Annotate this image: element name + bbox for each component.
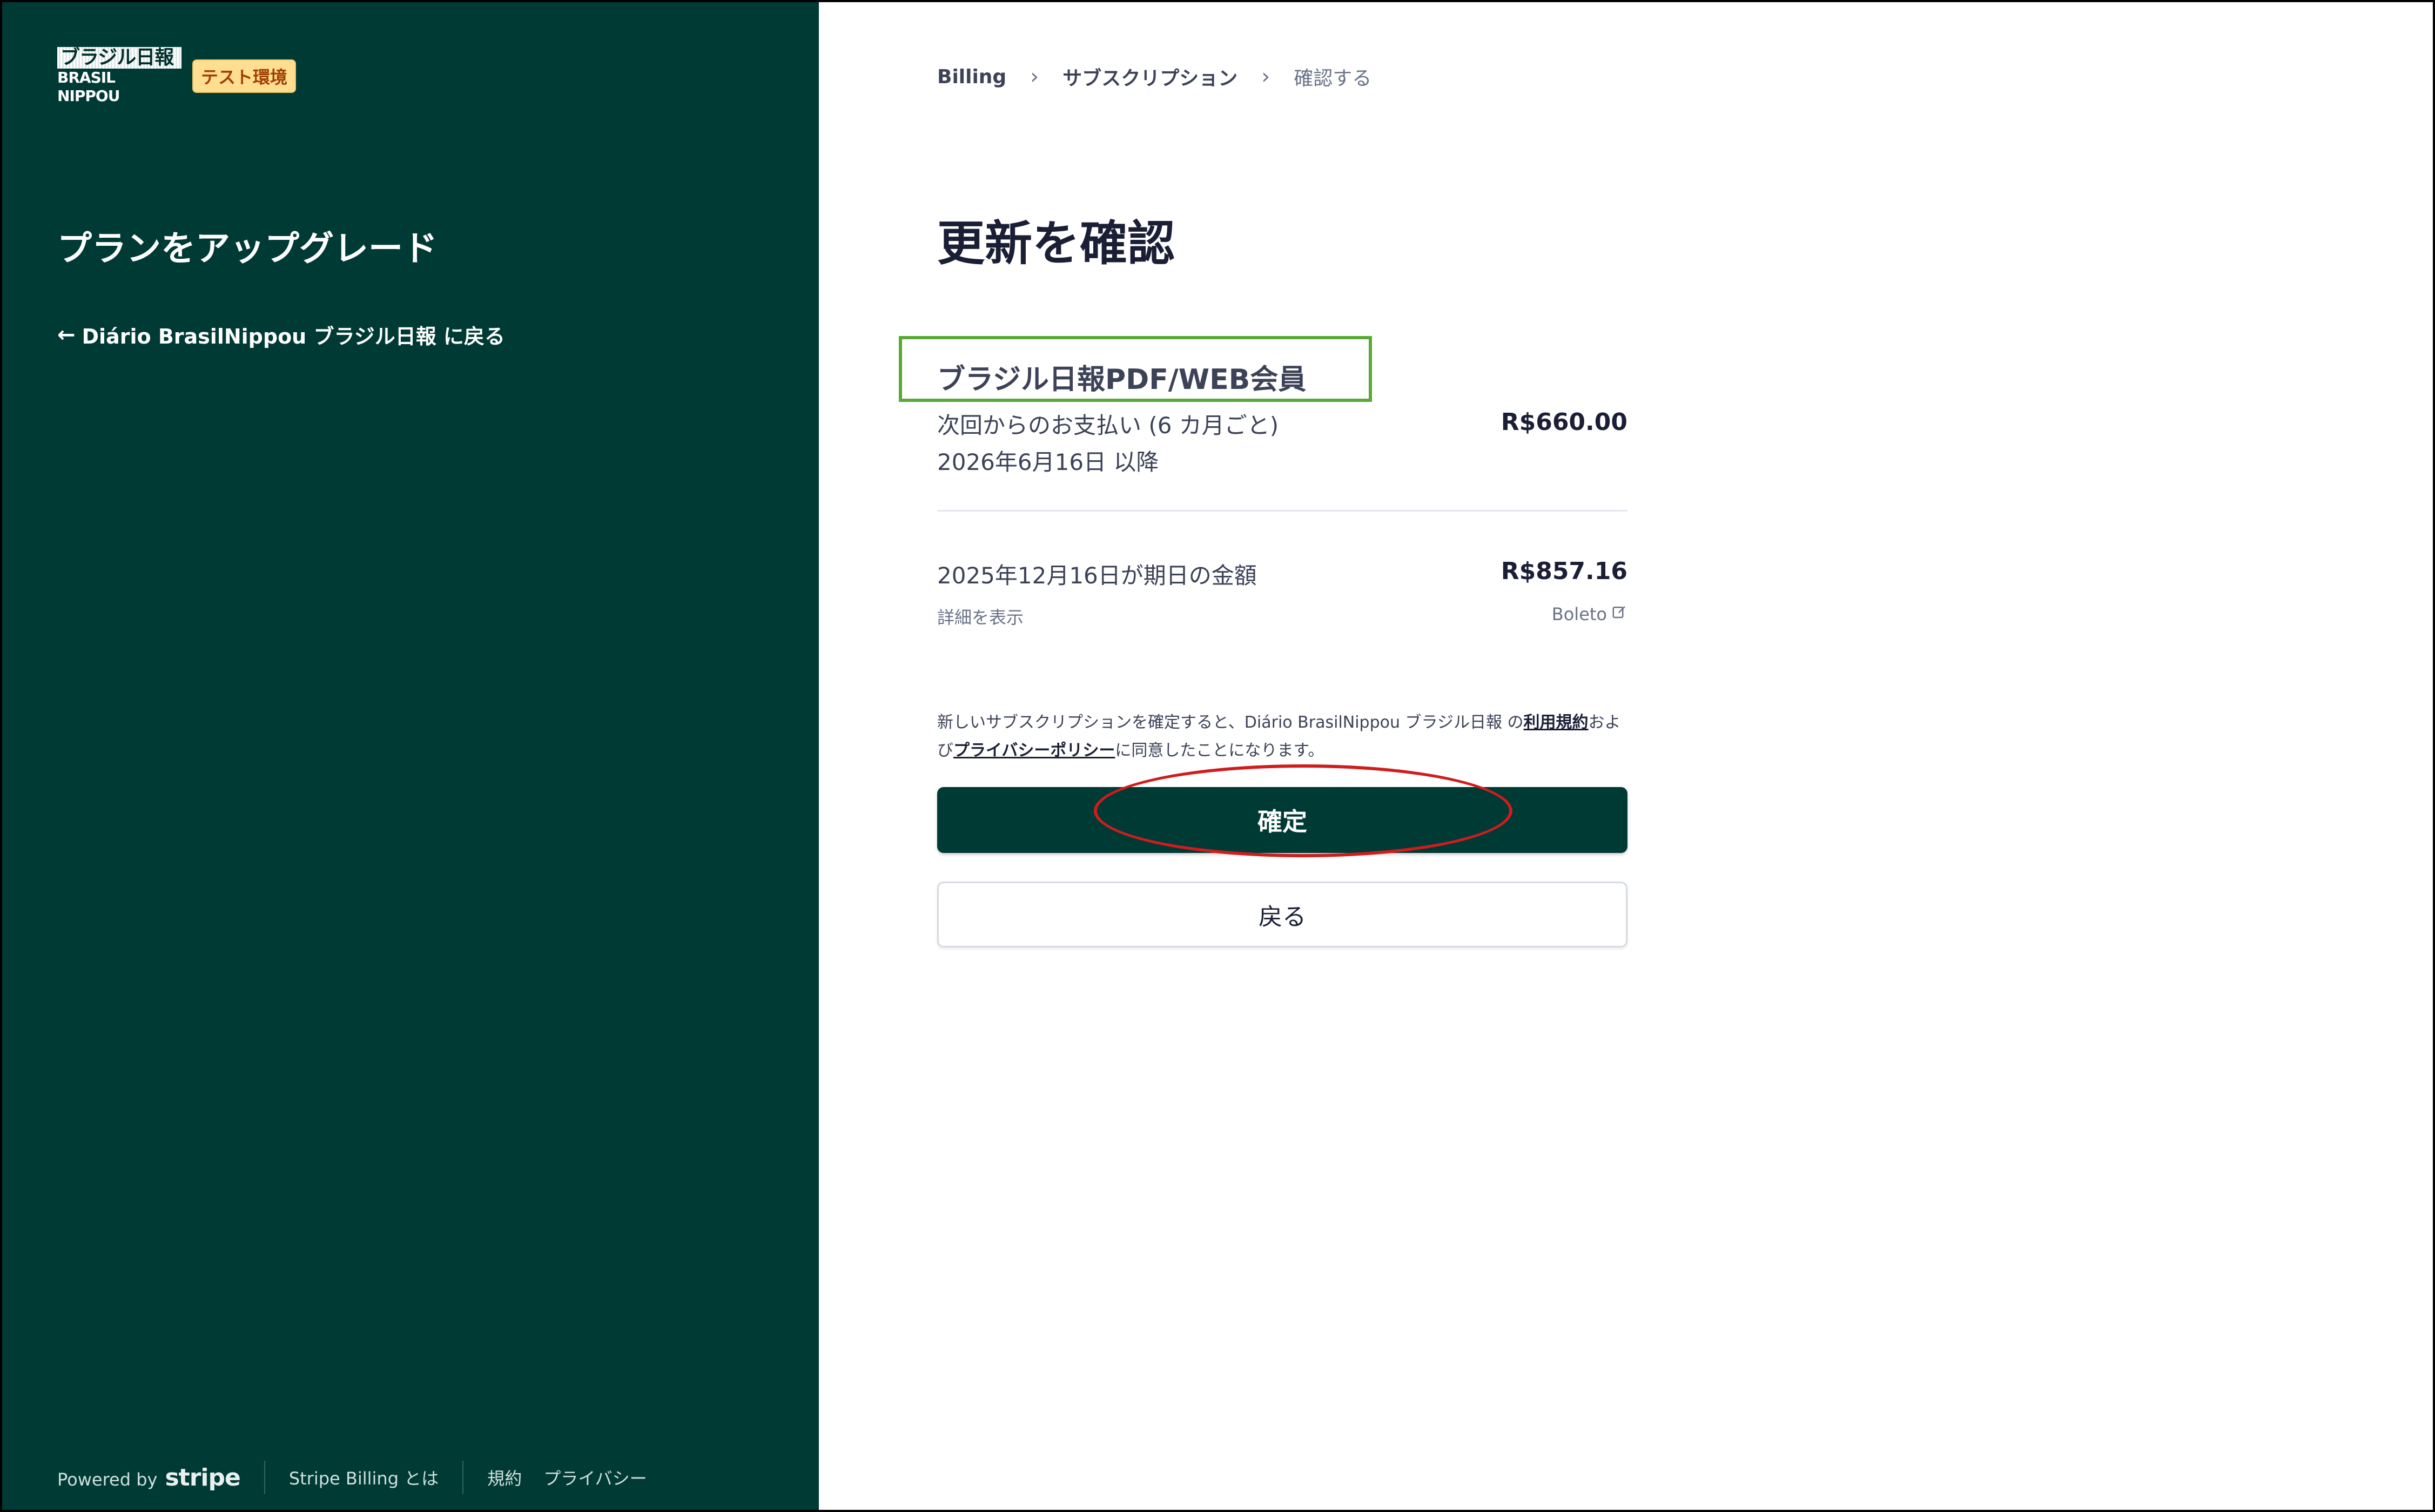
next-payment-amount: R$660.00 <box>1501 408 1627 436</box>
logo-jp-text: ブラジル日報 <box>57 47 181 69</box>
terms-suffix: に同意したことになります。 <box>1115 741 1324 760</box>
edit-icon <box>1611 604 1627 624</box>
payment-method-edit[interactable]: Boleto <box>1552 604 1627 624</box>
terms-link[interactable]: 規約 <box>487 1465 522 1490</box>
amount-due-label: 2025年12月16日が期日の金額 <box>937 562 1257 589</box>
breadcrumb: Billing › サブスクリプション › 確認する <box>937 63 1371 91</box>
powered-by-stripe[interactable]: Powered by stripe <box>57 1463 241 1491</box>
privacy-policy-link[interactable]: プライバシーポリシー <box>953 741 1115 760</box>
chevron-right-icon: › <box>1261 64 1270 89</box>
summary-divider <box>937 510 1627 512</box>
payment-method-label: Boleto <box>1551 604 1607 624</box>
amount-due-value: R$857.16 <box>1501 557 1627 585</box>
stripe-billing-link[interactable]: Stripe Billing とは <box>289 1465 439 1490</box>
chevron-right-icon: › <box>1030 64 1039 89</box>
back-link-label: Diário BrasilNippou ブラジル日報 に戻る <box>82 325 505 348</box>
footer-divider <box>462 1461 464 1494</box>
sidebar-panel: ブラジル日報 BRASIL NIPPOU テスト環境 プランをアップグレード ←… <box>2 2 819 1510</box>
terms-notice: 新しいサブスクリプションを確定すると、Diário BrasilNippou ブ… <box>937 709 1634 765</box>
test-environment-badge: テスト環境 <box>192 59 297 93</box>
terms-of-service-link[interactable]: 利用規約 <box>1523 713 1588 732</box>
sidebar-title: プランをアップグレード <box>57 229 438 269</box>
next-payment-label: 次回からのお支払い (6 カ月ごと) <box>937 412 1279 439</box>
product-name: ブラジル日報PDF/WEB会員 <box>937 364 1307 396</box>
back-button[interactable]: 戻る <box>937 882 1627 947</box>
back-to-merchant-link[interactable]: ← Diário BrasilNippou ブラジル日報 に戻る <box>57 320 505 350</box>
privacy-link[interactable]: プライバシー <box>543 1465 647 1490</box>
breadcrumb-confirm: 確認する <box>1294 68 1372 90</box>
next-payment-date: 2026年6月16日 以降 <box>937 449 1159 475</box>
brand-header: ブラジル日報 BRASIL NIPPOU テスト環境 <box>57 47 297 105</box>
stripe-logo: stripe <box>165 1463 240 1491</box>
arrow-left-icon: ← <box>57 322 76 347</box>
powered-by-label: Powered by <box>57 1469 158 1490</box>
breadcrumb-billing[interactable]: Billing <box>937 66 1006 88</box>
brand-logo: ブラジル日報 BRASIL NIPPOU <box>57 47 181 105</box>
breadcrumb-subscription[interactable]: サブスクリプション <box>1062 63 1237 91</box>
show-details-link[interactable]: 詳細を表示 <box>937 604 1024 629</box>
terms-prefix: 新しいサブスクリプションを確定すると、Diário BrasilNippou ブ… <box>937 713 1524 732</box>
confirm-button[interactable]: 確定 <box>937 787 1627 853</box>
footer-divider <box>264 1461 265 1494</box>
page-title: 更新を確認 <box>937 216 1175 271</box>
sidebar-footer: Powered by stripe Stripe Billing とは 規約 プ… <box>57 1461 669 1494</box>
logo-en-text: BRASIL NIPPOU <box>57 69 120 105</box>
